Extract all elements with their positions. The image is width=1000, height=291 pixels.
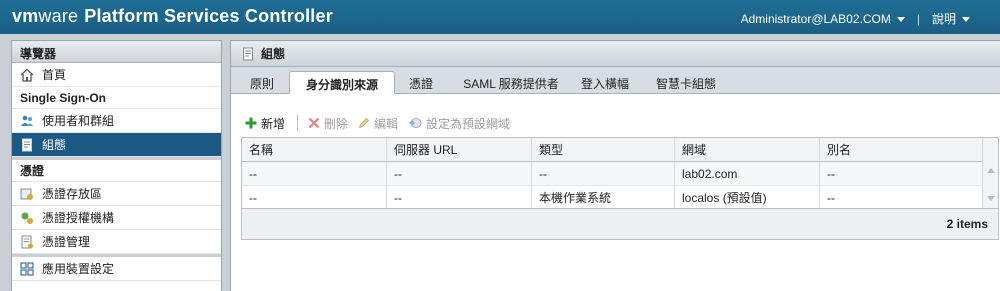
help-menu[interactable]: 說明 — [932, 10, 970, 27]
table-cell: -- — [242, 186, 387, 209]
toolbar-divider — [297, 115, 299, 131]
table-row[interactable]: -- -- -- lab02.com -- — [242, 162, 983, 186]
tab-bar: 原則 身分識別來源 憑證 SAML 服務提供者 登入橫幅 智慧卡組態 — [231, 67, 1000, 94]
scroll-down-icon[interactable] — [987, 196, 995, 201]
table-cell: 本機作業系統 — [532, 186, 675, 209]
nav-item-users-groups[interactable]: 使用者和群組 — [12, 109, 221, 133]
nav-section-sso: Single Sign-On — [12, 87, 221, 109]
nav-item-home[interactable]: 首頁 — [12, 63, 221, 87]
navigator-panel: 導覽器 首頁 Single Sign-On 使用者和群組 組態 憑證 憑證存放區… — [11, 40, 222, 291]
certificate-store-icon — [20, 187, 34, 201]
certificate-management-icon — [20, 235, 34, 249]
user-menu[interactable]: Administrator@LAB02.COM — [741, 12, 905, 26]
column-header-domain[interactable]: 網域 — [675, 138, 820, 161]
table-cell: lab02.com — [675, 162, 820, 185]
tab-login-banner[interactable]: 登入橫幅 — [573, 71, 637, 94]
appliance-settings-icon — [20, 261, 34, 276]
identity-sources-table: 名稱 伺服器 URL 類型 網域 別名 -- -- -- lab02.com -… — [241, 137, 999, 240]
tab-identity-sources[interactable]: 身分識別來源 — [289, 71, 395, 94]
delete-button[interactable]: 刪除 — [308, 115, 348, 132]
chevron-down-icon — [962, 17, 970, 23]
configuration-icon — [241, 47, 255, 61]
table-cell: -- — [532, 162, 675, 185]
users-icon — [20, 114, 34, 128]
table-cell: -- — [827, 166, 835, 181]
scroll-up-icon[interactable] — [987, 168, 995, 173]
content-panel: 組態 原則 身分識別來源 憑證 SAML 服務提供者 登入橫幅 智慧卡組態 新增… — [230, 40, 1000, 291]
page-title: 組態 — [261, 47, 286, 61]
nav-item-configuration[interactable]: 組態 — [12, 133, 221, 157]
table-cell: -- — [387, 186, 532, 209]
top-header: vmware Platform Services Controller Admin… — [0, 0, 1000, 34]
tab-saml-providers[interactable]: SAML 服務提供者 — [453, 71, 569, 94]
edit-button[interactable]: 編輯 — [358, 115, 398, 132]
column-header-type[interactable]: 類型 — [532, 138, 675, 161]
column-header-server-url[interactable]: 伺服器 URL — [387, 138, 532, 161]
configuration-icon — [20, 138, 34, 152]
product-name: Platform Services Controller — [84, 6, 333, 26]
table-cell: -- — [827, 190, 835, 205]
nav-item-certificate-management[interactable]: 憑證管理 — [12, 230, 221, 254]
tab-smart-card[interactable]: 智慧卡組態 — [645, 71, 727, 94]
plus-icon — [245, 117, 257, 129]
certificate-authority-icon — [20, 211, 34, 225]
add-button[interactable]: 新增 — [245, 115, 285, 132]
panel-header: 組態 — [231, 41, 1000, 67]
header-divider: | — [916, 11, 920, 26]
table-cell: -- — [242, 162, 387, 185]
toolbar: 新增 刪除 編輯 設定為預設網域 — [245, 114, 520, 132]
nav-section-certificates: 憑證 — [12, 160, 221, 182]
table-header-row: 名稱 伺服器 URL 類型 網域 別名 — [242, 138, 983, 162]
table-row[interactable]: -- -- 本機作業系統 localos (預設值) -- — [242, 186, 983, 210]
nav-item-appliance-settings[interactable]: 應用裝置設定 — [12, 257, 221, 281]
column-header-name[interactable]: 名稱 — [242, 138, 387, 161]
table-cell: localos (預設值) — [675, 186, 820, 209]
table-cell: -- — [387, 162, 532, 185]
nav-item-certificate-store[interactable]: 憑證存放區 — [12, 182, 221, 206]
tab-certificates[interactable]: 憑證 — [399, 71, 443, 94]
nav-item-certificate-authority[interactable]: 憑證授權機構 — [12, 206, 221, 230]
column-header-alias[interactable]: 別名 — [820, 138, 983, 161]
set-default-domain-button[interactable]: 設定為預設網域 — [408, 115, 510, 132]
table-scrollbar[interactable] — [982, 138, 998, 210]
navigator-title: 導覽器 — [12, 41, 221, 63]
vmware-logo: vmware Platform Services Controller — [12, 6, 333, 26]
chevron-down-icon — [896, 16, 905, 22]
tab-policies[interactable]: 原則 — [239, 71, 285, 94]
table-footer: 2 items — [242, 208, 998, 239]
item-count: 2 items — [946, 217, 988, 231]
set-default-icon — [408, 117, 422, 129]
delete-icon — [308, 117, 320, 129]
pencil-icon — [358, 117, 370, 129]
home-icon — [20, 68, 34, 82]
